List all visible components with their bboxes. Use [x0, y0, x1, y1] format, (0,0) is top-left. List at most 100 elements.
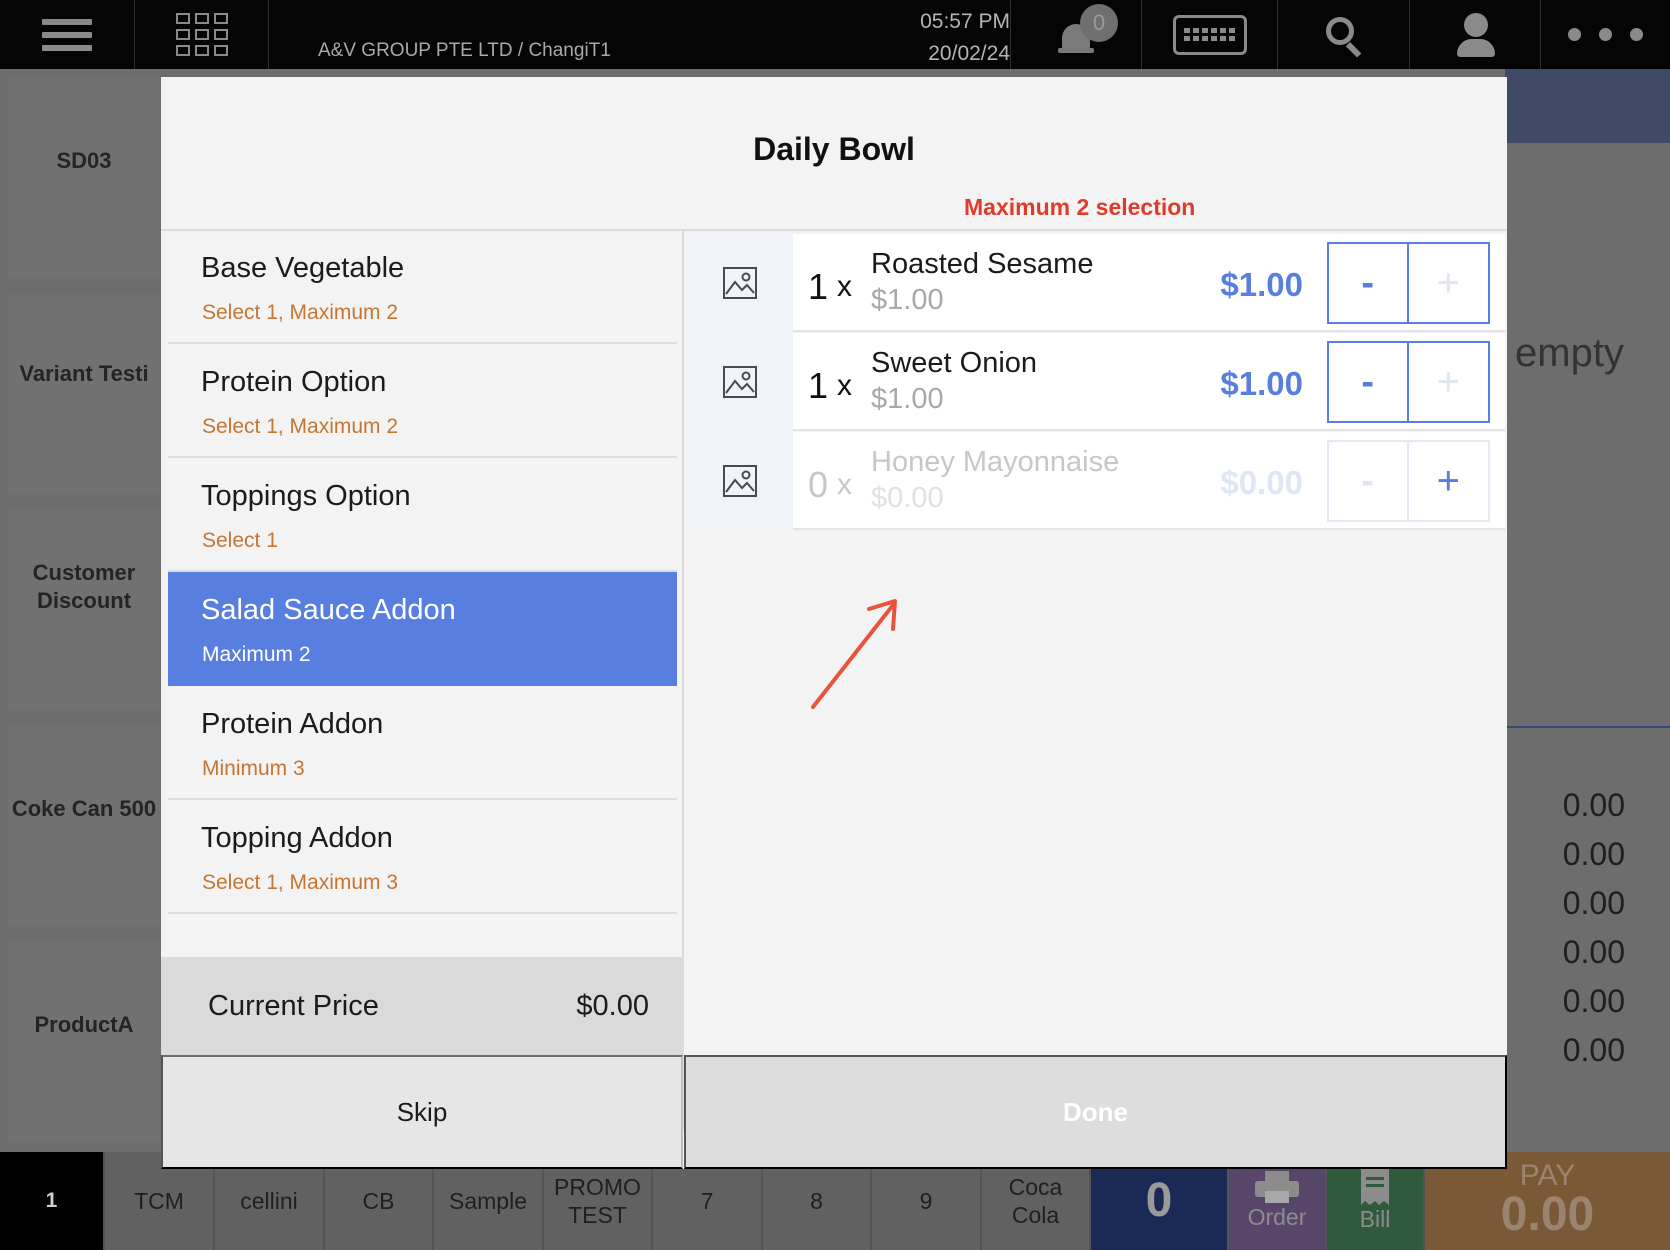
option-thumbnail	[686, 333, 793, 431]
summary-value: 0.00	[1562, 787, 1625, 823]
current-price-bar: Current Price $0.00	[161, 957, 683, 1055]
current-price-value: $0.00	[576, 990, 649, 1022]
product-tile[interactable]: Variant Testi	[8, 295, 160, 495]
category-item[interactable]: Protein Option Select 1, Maximum 2	[168, 344, 677, 458]
option-total: $1.00	[1220, 266, 1303, 303]
decrement-button[interactable]: -	[1329, 343, 1409, 421]
product-tile[interactable]: Coke Can 500	[8, 725, 160, 925]
option-total: $0.00	[1220, 464, 1303, 501]
menu-button[interactable]	[0, 0, 135, 69]
quantity-multiplier: x	[837, 468, 852, 501]
skip-button[interactable]: Skip	[161, 1055, 683, 1169]
category-name: Protein Addon	[201, 708, 384, 740]
decrement-button[interactable]: -	[1329, 442, 1409, 520]
cart-panel: empty 0.00 0.00 0.00 0.00 0.00 0.00	[1505, 69, 1670, 1152]
clock: 05:57 PM 20/02/24	[860, 6, 1010, 70]
option-quantity: 1	[808, 365, 829, 406]
option-name: Roasted Sesame	[871, 248, 1094, 280]
cart-header	[1505, 69, 1670, 143]
category-name: Salad Sauce Addon	[201, 594, 456, 626]
quantity-multiplier: x	[837, 369, 852, 402]
category-rule: Select 1	[202, 529, 278, 552]
increment-button[interactable]: +	[1408, 244, 1488, 322]
increment-button[interactable]: +	[1408, 442, 1488, 520]
pay-label: PAY	[1519, 1159, 1576, 1192]
product-tile[interactable]: SD03	[8, 77, 160, 277]
notification-badge: 0	[1080, 4, 1118, 42]
printer-icon	[1255, 1171, 1299, 1203]
notifications-button[interactable]	[1010, 0, 1142, 69]
receipt-icon	[1361, 1169, 1389, 1205]
category-item-active[interactable]: Salad Sauce Addon Maximum 2	[168, 572, 677, 686]
option-name: Honey Mayonnaise	[871, 446, 1120, 478]
pay-amount: 0.00	[1500, 1188, 1595, 1241]
option-thumbnail	[686, 234, 793, 332]
quantity-stepper: - +	[1327, 242, 1490, 324]
search-button[interactable]	[1278, 0, 1410, 69]
option-row[interactable]: 1 x Sweet Onion $1.00 $1.00 - +	[686, 333, 1505, 431]
done-button[interactable]: Done	[684, 1055, 1507, 1169]
summary-value: 0.00	[1562, 934, 1625, 970]
category-rule: Select 1, Maximum 3	[202, 871, 399, 894]
more-button[interactable]	[1541, 0, 1670, 69]
search-icon	[1324, 15, 1364, 58]
company-store-label: A&V GROUP PTE LTD / ChangiT1	[318, 40, 611, 61]
user-button[interactable]	[1410, 0, 1541, 69]
option-row[interactable]: 0 x Honey Mayonnaise $0.00 $0.00 - +	[686, 432, 1505, 530]
hamburger-icon	[42, 12, 92, 58]
top-bar: A&V GROUP PTE LTD / ChangiT1 05:57 PM 20…	[0, 0, 1670, 69]
image-placeholder-icon	[722, 267, 757, 299]
modifier-dialog: Daily Bowl Maximum 2 selection Base Vege…	[161, 77, 1507, 1169]
option-unit-price: $1.00	[871, 284, 944, 316]
category-rule: Maximum 2	[202, 643, 311, 666]
bill-label: Bill	[1359, 1206, 1391, 1232]
option-quantity: 0	[808, 464, 829, 505]
table-number-button[interactable]: 1	[0, 1152, 105, 1250]
app-grid-icon	[175, 13, 228, 56]
order-label: Order	[1247, 1204, 1307, 1230]
product-grid: SD03 Variant Testi Customer Discount Cok…	[0, 69, 162, 1152]
decrement-button[interactable]: -	[1329, 244, 1409, 322]
option-quantity: 1	[808, 266, 829, 307]
summary-value: 0.00	[1562, 885, 1625, 921]
option-row[interactable]: 1 x Roasted Sesame $1.00 $1.00 - +	[686, 234, 1505, 332]
category-name: Topping Addon	[201, 822, 393, 854]
cart-divider	[1505, 726, 1670, 728]
annotation-arrow-icon	[811, 599, 897, 709]
user-icon	[1455, 12, 1495, 57]
dialog-title: Daily Bowl	[753, 131, 915, 167]
date-label: 20/02/24	[928, 42, 1010, 65]
image-placeholder-icon	[722, 465, 757, 497]
summary-value: 0.00	[1562, 836, 1625, 872]
product-tile[interactable]: ProductA	[8, 941, 160, 1141]
quantity-stepper: - +	[1327, 440, 1490, 522]
category-name: Toppings Option	[201, 480, 411, 512]
summary-value: 0.00	[1562, 983, 1625, 1019]
option-name: Sweet Onion	[871, 347, 1038, 379]
category-name: Protein Option	[201, 366, 387, 398]
option-total: $1.00	[1220, 365, 1303, 402]
more-dots-icon	[1568, 28, 1643, 41]
category-rule: Select 1, Maximum 2	[202, 301, 399, 324]
quantity-stepper: - +	[1327, 341, 1490, 423]
quantity-multiplier: x	[837, 270, 852, 303]
category-rule: Minimum 3	[202, 757, 305, 780]
category-rule: Select 1, Maximum 2	[202, 415, 399, 438]
time-label: 05:57 PM	[920, 10, 1010, 33]
category-item[interactable]: Base Vegetable Select 1, Maximum 2	[168, 230, 677, 344]
option-unit-price: $1.00	[871, 383, 944, 415]
option-unit-price: $0.00	[871, 482, 944, 514]
apps-button[interactable]	[135, 0, 269, 69]
category-item[interactable]: Protein Addon Minimum 3	[168, 686, 677, 800]
keyboard-button[interactable]	[1142, 0, 1278, 69]
max-selection-warning: Maximum 2 selection	[964, 194, 1196, 220]
keyboard-icon	[1172, 14, 1247, 55]
product-tile[interactable]: Customer Discount	[8, 509, 160, 709]
current-price-label: Current Price	[208, 990, 379, 1022]
increment-button[interactable]: +	[1408, 343, 1488, 421]
cart-empty-text: empty	[1515, 331, 1624, 375]
category-item[interactable]: Topping Addon Select 1, Maximum 3	[168, 800, 677, 914]
option-thumbnail	[686, 432, 793, 530]
category-item[interactable]: Toppings Option Select 1	[168, 458, 677, 572]
image-placeholder-icon	[722, 366, 757, 398]
